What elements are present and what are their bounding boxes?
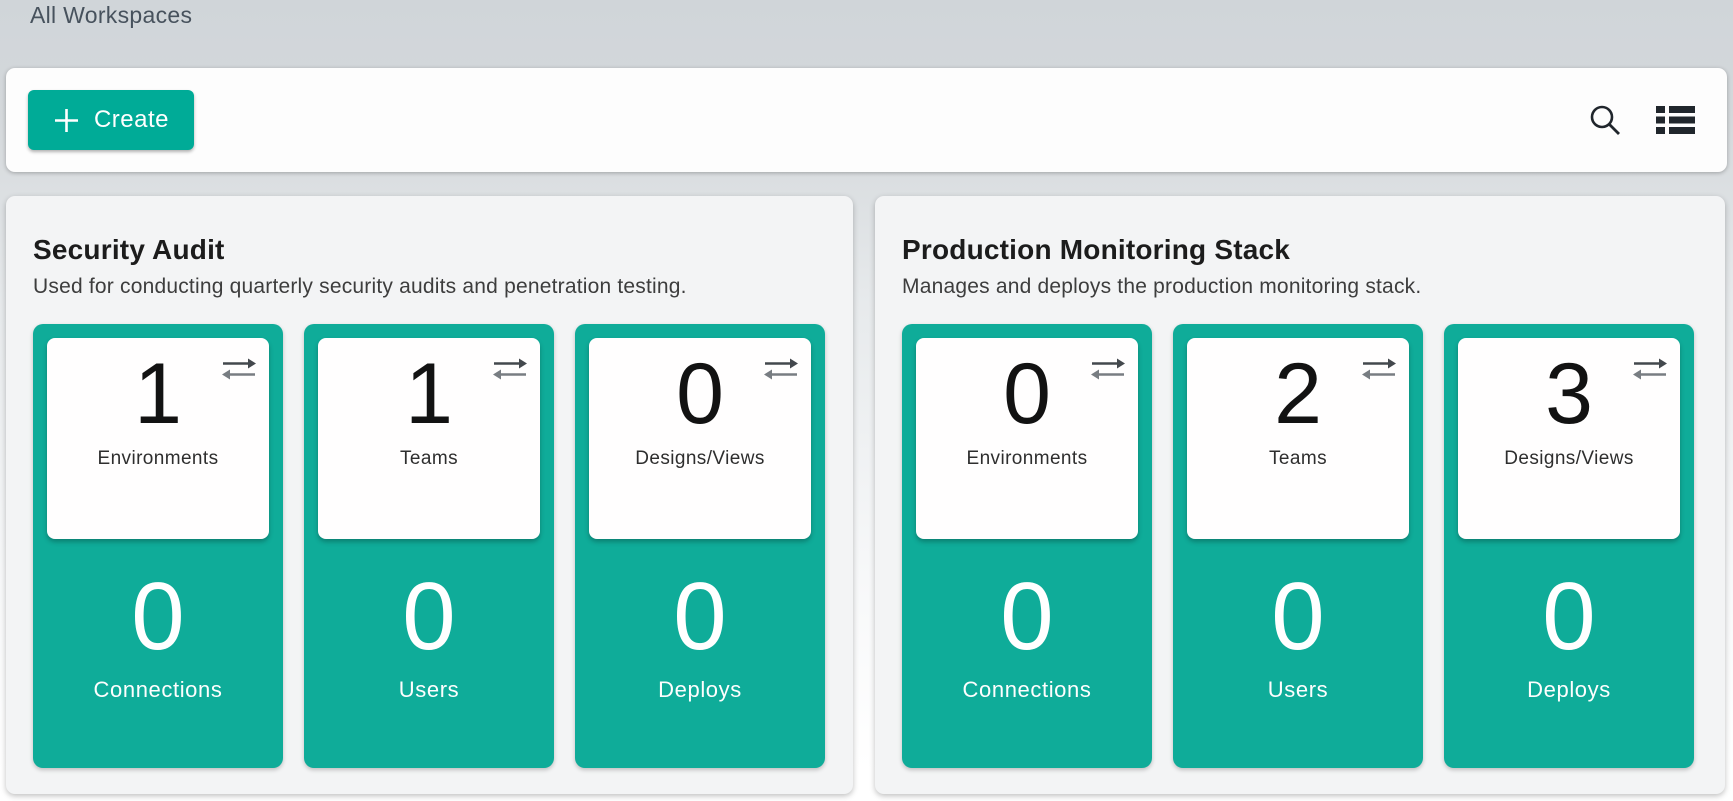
stat-label: Designs/Views bbox=[635, 448, 764, 470]
deploys-stat-section: 0 Deploys bbox=[575, 539, 825, 768]
users-stat-section: 0 Users bbox=[1173, 539, 1423, 768]
stat-label: Users bbox=[1268, 677, 1328, 703]
users-stat-section: 0 Users bbox=[304, 539, 554, 768]
stat-label: Teams bbox=[400, 448, 458, 470]
search-icon bbox=[1588, 103, 1622, 138]
stat-value: 0 bbox=[1000, 565, 1053, 669]
deploys-stat-section: 0 Deploys bbox=[1444, 539, 1694, 768]
create-workspace-button[interactable]: Create bbox=[28, 90, 194, 150]
workspace-card-production-monitoring-stack: Production Monitoring Stack Manages and … bbox=[875, 196, 1725, 794]
swap-arrows-icon[interactable] bbox=[764, 358, 798, 385]
workspace-description: Manages and deploys the production monit… bbox=[902, 275, 1698, 299]
environments-stat-card[interactable]: 0 Environments bbox=[916, 338, 1138, 539]
search-button[interactable] bbox=[1588, 103, 1622, 138]
connections-stat-section: 0 Connections bbox=[33, 539, 283, 768]
stat-label: Deploys bbox=[1527, 677, 1611, 703]
workspace-name: Security Audit bbox=[33, 234, 826, 266]
stat-column-teams: 2 Teams 0 Users bbox=[1173, 324, 1423, 768]
stat-label: Connections bbox=[963, 677, 1092, 703]
stat-label: Designs/Views bbox=[1504, 448, 1633, 470]
workspace-name: Production Monitoring Stack bbox=[902, 234, 1698, 266]
stat-label: Teams bbox=[1269, 448, 1327, 470]
stat-value: 0 bbox=[1271, 565, 1324, 669]
stat-column-teams: 1 Teams 0 Users bbox=[304, 324, 554, 768]
designs-views-stat-card[interactable]: 3 Designs/Views bbox=[1458, 338, 1680, 539]
stat-label: Environments bbox=[98, 448, 219, 470]
stat-column-designs-views: 3 Designs/Views 0 Deploys bbox=[1444, 324, 1694, 768]
teams-stat-card[interactable]: 2 Teams bbox=[1187, 338, 1409, 539]
view-list-toggle-button[interactable] bbox=[1656, 105, 1695, 135]
swap-arrows-icon[interactable] bbox=[1362, 358, 1396, 385]
workspace-description: Used for conducting quarterly security a… bbox=[33, 275, 826, 299]
create-button-label: Create bbox=[94, 106, 169, 134]
stat-columns: 1 Environments 0 Connections 1 Teams bbox=[33, 324, 826, 768]
designs-views-stat-card[interactable]: 0 Designs/Views bbox=[589, 338, 811, 539]
stat-value: 0 bbox=[402, 565, 455, 669]
plus-icon bbox=[53, 107, 80, 134]
swap-arrows-icon[interactable] bbox=[1091, 358, 1125, 385]
stat-column-environments: 1 Environments 0 Connections bbox=[33, 324, 283, 768]
stat-column-designs-views: 0 Designs/Views 0 Deploys bbox=[575, 324, 825, 768]
workspace-card-security-audit: Security Audit Used for conducting quart… bbox=[6, 196, 853, 794]
stat-label: Users bbox=[399, 677, 459, 703]
stat-value: 0 bbox=[1003, 346, 1051, 442]
swap-arrows-icon[interactable] bbox=[1633, 358, 1667, 385]
stat-value: 1 bbox=[405, 346, 453, 442]
stat-value: 0 bbox=[673, 565, 726, 669]
teams-stat-card[interactable]: 1 Teams bbox=[318, 338, 540, 539]
view-list-icon bbox=[1656, 105, 1695, 135]
connections-stat-section: 0 Connections bbox=[902, 539, 1152, 768]
stat-columns: 0 Environments 0 Connections 2 Teams bbox=[902, 324, 1698, 768]
stat-label: Connections bbox=[94, 677, 223, 703]
swap-arrows-icon[interactable] bbox=[493, 358, 527, 385]
workspace-cards-row: Security Audit Used for conducting quart… bbox=[6, 196, 1725, 794]
workspaces-toolbar: Create bbox=[6, 68, 1727, 172]
stat-label: Deploys bbox=[658, 677, 742, 703]
stat-value: 0 bbox=[676, 346, 724, 442]
environments-stat-card[interactable]: 1 Environments bbox=[47, 338, 269, 539]
stat-column-environments: 0 Environments 0 Connections bbox=[902, 324, 1152, 768]
stat-value: 1 bbox=[134, 346, 182, 442]
stat-value: 0 bbox=[1542, 565, 1595, 669]
stat-value: 0 bbox=[131, 565, 184, 669]
stat-value: 3 bbox=[1545, 346, 1593, 442]
page-title: All Workspaces bbox=[30, 2, 192, 29]
swap-arrows-icon[interactable] bbox=[222, 358, 256, 385]
stat-value: 2 bbox=[1274, 346, 1322, 442]
stat-label: Environments bbox=[967, 448, 1088, 470]
